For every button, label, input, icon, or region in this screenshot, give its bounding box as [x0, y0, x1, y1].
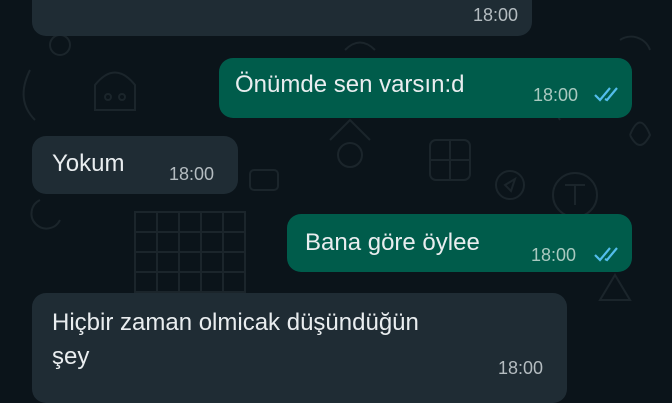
message-bubble-incoming[interactable]: Hiçbir zaman olmicak düşündüğün şey 18:0… — [32, 293, 567, 403]
message-text-line-1: Hiçbir zaman olmicak düşündüğün — [52, 309, 419, 336]
message-time: 18:00 — [472, 5, 518, 25]
double-check-icon — [594, 87, 618, 102]
message-text: Yokum — [52, 150, 125, 177]
message-bubble-incoming[interactable]: 18:00 — [32, 0, 532, 36]
message-text: Önümde sen varsın:d — [235, 71, 465, 98]
message-time: 18:00 — [169, 164, 215, 184]
message-time: 18:00 — [498, 358, 544, 378]
message-time: 18:00 — [533, 85, 579, 105]
message-bubble-outgoing[interactable]: Önümde sen varsın:d 18:00 — [219, 58, 632, 118]
message-text: Bana göre öylee — [305, 229, 480, 256]
double-check-icon — [594, 247, 618, 262]
message-bubble-outgoing[interactable]: Bana göre öylee 18:00 — [287, 214, 632, 272]
message-time: 18:00 — [531, 245, 577, 265]
message-text-line-2: şey — [52, 343, 90, 370]
message-bubble-incoming[interactable]: Yokum 18:00 — [32, 136, 238, 194]
